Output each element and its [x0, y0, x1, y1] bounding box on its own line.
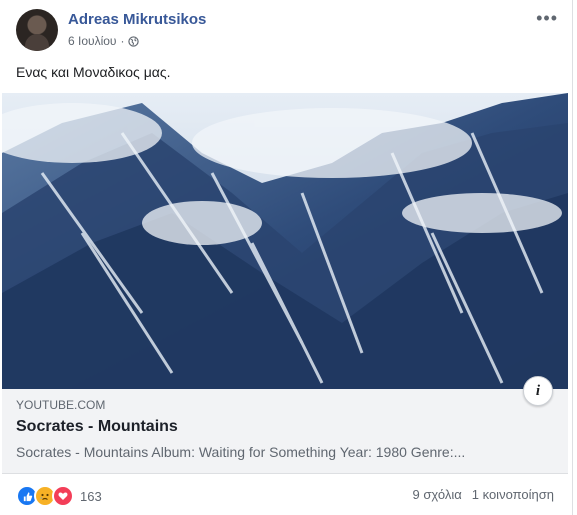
shares-count[interactable]: 1 κοινοποίηση	[472, 487, 554, 502]
love-icon	[52, 485, 74, 507]
post-meta: 6 Ιουλίου ·	[68, 34, 140, 48]
more-options-button[interactable]: •••	[536, 8, 558, 29]
link-preview-box[interactable]: YOUTUBE.COM Socrates - Mountains Socrate…	[2, 389, 568, 474]
link-preview-image[interactable]	[2, 93, 568, 389]
link-domain: YOUTUBE.COM	[16, 398, 106, 412]
post-card: Adreas Mikrutsikos 6 Ιουλίου · ••• Ενας …	[0, 0, 573, 515]
comments-count[interactable]: 9 σχόλια	[413, 487, 462, 502]
globe-icon[interactable]	[128, 35, 140, 47]
engagement-stats: 9 σχόλια 1 κοινοποίηση	[413, 487, 554, 502]
link-description: Socrates - Mountains Album: Waiting for …	[16, 444, 466, 460]
avatar[interactable]	[16, 9, 58, 51]
mountain-image	[2, 93, 568, 389]
link-title[interactable]: Socrates - Mountains	[16, 418, 178, 436]
post-date[interactable]: 6 Ιουλίου	[68, 34, 116, 48]
info-button[interactable]: i	[523, 376, 553, 406]
reactions-summary[interactable]: 163	[16, 485, 102, 507]
author-name[interactable]: Adreas Mikrutsikos	[68, 11, 206, 28]
reaction-count: 163	[80, 488, 102, 504]
meta-separator: ·	[120, 34, 125, 48]
post-text: Ενας και Μοναδικος μας.	[16, 64, 171, 80]
